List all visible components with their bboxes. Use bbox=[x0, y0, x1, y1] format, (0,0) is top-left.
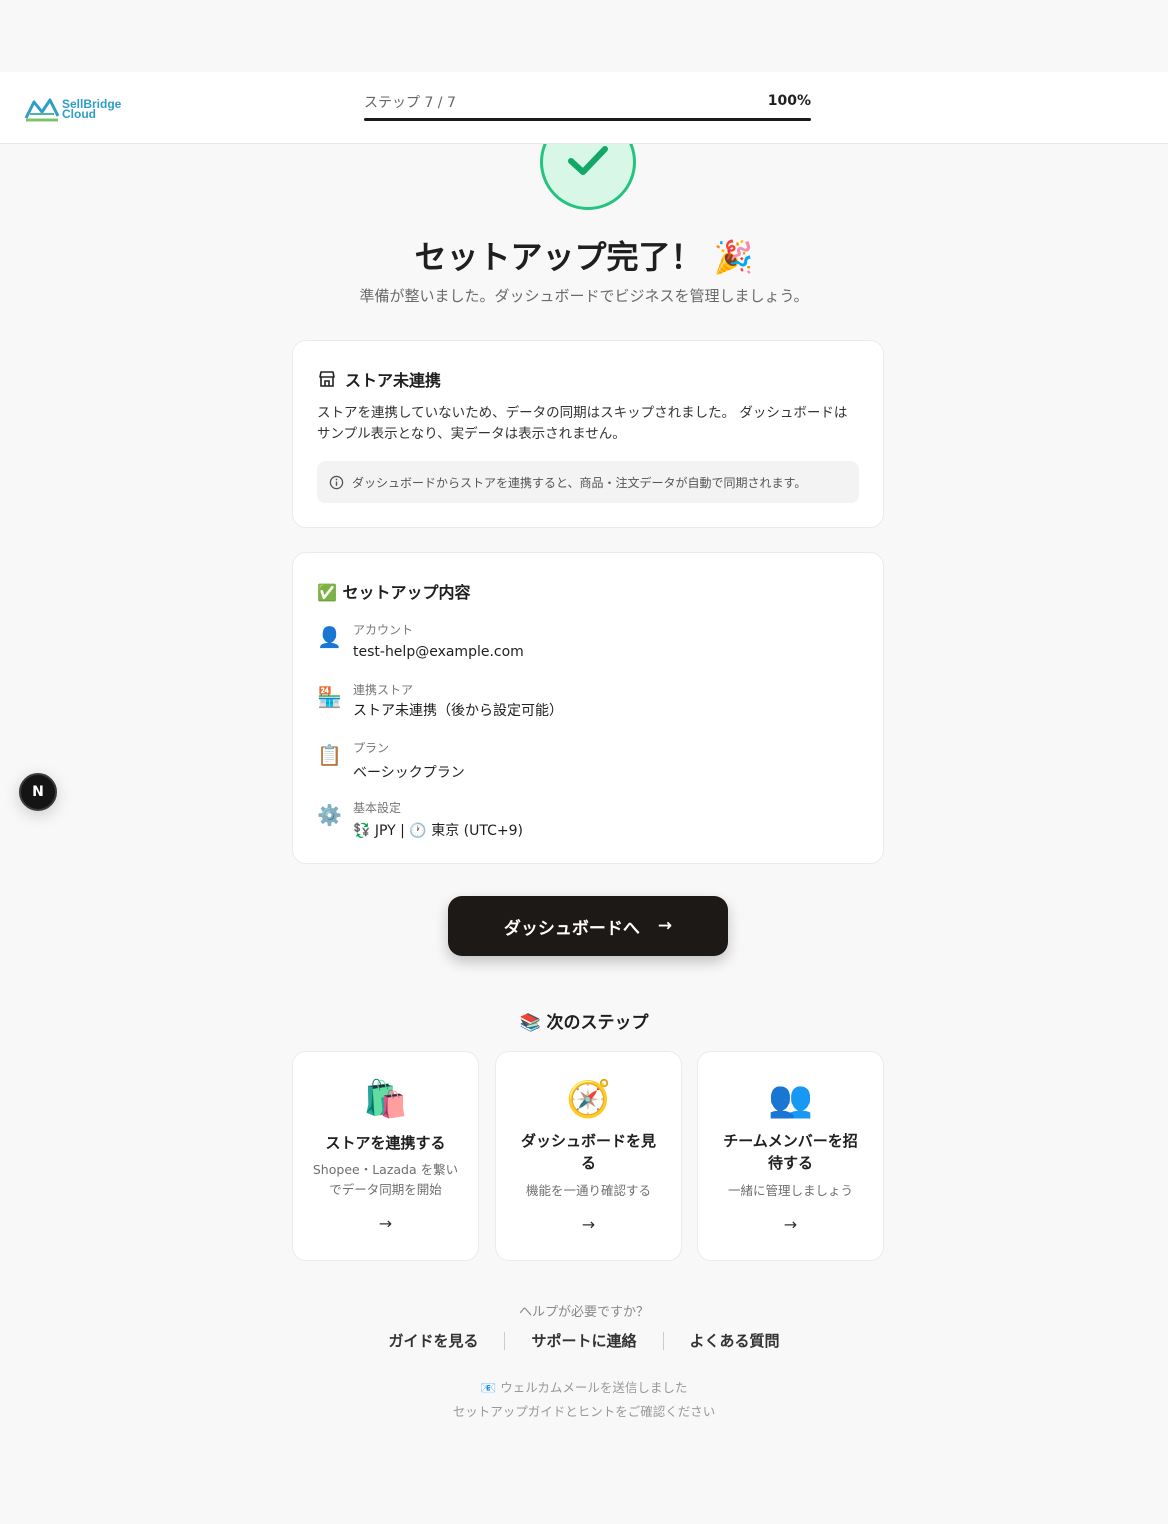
summary-value: ストア未連携（後から設定可能） bbox=[353, 703, 563, 719]
summary-item-store: 🏪 連携ストア ストア未連携（後から設定可能） bbox=[317, 681, 563, 720]
progress-percent: 100% bbox=[767, 93, 811, 109]
progress-bar bbox=[364, 118, 811, 121]
team-icon: 👥 bbox=[768, 1079, 813, 1120]
summary-label: 基本設定 bbox=[353, 801, 402, 815]
next-step-desc: Shopee・Lazada を繋いでデータ同期を開始 bbox=[312, 1162, 459, 1197]
next-steps-heading: 📚 次のステップ bbox=[519, 1013, 649, 1033]
guide-link[interactable]: ガイドを見る bbox=[362, 1330, 504, 1351]
page-title: セットアップ完了！ 🎉 bbox=[414, 238, 754, 276]
store-info-text: ダッシュボードからストアを連携すると、商品・注文データが自動で同期されます。 bbox=[352, 475, 807, 490]
go-to-dashboard-label: ダッシュボードへ bbox=[503, 918, 640, 939]
next-step-view-dashboard[interactable]: 🧭 ダッシュボードを見る 機能を一通り確認する → bbox=[495, 1051, 682, 1261]
summary-item-plan: 📋 プラン ベーシックプラン bbox=[317, 739, 465, 782]
progress-step-label: ステップ 7 / 7 bbox=[364, 95, 456, 111]
summary-heading: ✅ セットアップ内容 bbox=[317, 583, 471, 602]
summary-item-settings: ⚙️ 基本設定 💱 JPY | 🕐 東京 (UTC+9) bbox=[317, 799, 523, 840]
arrow-right-icon: → bbox=[378, 1214, 393, 1233]
top-header: SellBridge Cloud ステップ 7 / 7 100% bbox=[0, 72, 1168, 144]
next-step-title: チームメンバーを招待する bbox=[723, 1132, 858, 1172]
compass-icon: 🧭 bbox=[566, 1079, 611, 1120]
summary-value: ベーシックプラン bbox=[353, 765, 465, 781]
summary-value: 💱 JPY | 🕐 東京 (UTC+9) bbox=[353, 823, 523, 839]
summary-label: 連携ストア bbox=[353, 683, 414, 697]
floating-n-badge[interactable]: N bbox=[19, 773, 57, 811]
bridge-logo-icon bbox=[24, 98, 60, 122]
next-step-desc: 機能を一通り確認する bbox=[525, 1183, 651, 1198]
welcome-mail-notice: 📧 ウェルカムメールを送信しました bbox=[480, 1380, 688, 1395]
summary-item-account: 👤 アカウント test-help@example.com bbox=[317, 621, 524, 660]
progress-bar-fill bbox=[364, 118, 811, 121]
go-to-dashboard-button[interactable]: ダッシュボードへ → bbox=[448, 896, 728, 956]
next-step-title: ダッシュボードを見る bbox=[520, 1132, 656, 1172]
arrow-right-icon: → bbox=[657, 916, 673, 936]
help-question: ヘルプが必要ですか？ bbox=[518, 1305, 649, 1320]
arrow-right-icon: → bbox=[783, 1215, 798, 1234]
store-icon: 🏪 bbox=[317, 685, 342, 709]
info-icon bbox=[329, 475, 344, 489]
next-step-desc: 一緒に管理しましょう bbox=[727, 1183, 853, 1198]
store-status-heading: ストア未連携 bbox=[317, 367, 441, 391]
next-step-title: ストアを連携する bbox=[325, 1134, 446, 1152]
welcome-mail-hint: セットアップガイドとヒントをご確認ください bbox=[452, 1404, 716, 1419]
store-info-box: ダッシュボードからストアを連携すると、商品・注文データが自動で同期されます。 bbox=[317, 461, 859, 503]
summary-label: アカウント bbox=[353, 623, 414, 637]
page-subtitle: 準備が整いました。ダッシュボードでビジネスを管理しましょう。 bbox=[359, 287, 809, 305]
gear-icon: ⚙️ bbox=[317, 803, 342, 827]
summary-value: test-help@example.com bbox=[353, 644, 524, 660]
clipboard-icon: 📋 bbox=[317, 743, 342, 767]
store-status-card: ストア未連携 ストアを連携していないため、データの同期はスキップされました。 ダ… bbox=[292, 340, 884, 528]
next-step-invite-team[interactable]: 👥 チームメンバーを招待する 一緒に管理しましょう → bbox=[697, 1051, 884, 1261]
contact-support-link[interactable]: サポートに連絡 bbox=[505, 1330, 662, 1351]
help-links: ガイドを見る サポートに連絡 よくある質問 bbox=[0, 1330, 1168, 1351]
summary-label: プラン bbox=[353, 741, 390, 755]
user-icon: 👤 bbox=[317, 625, 342, 649]
shopping-bags-icon: 🛍️ bbox=[363, 1079, 408, 1120]
store-status-title: ストア未連携 bbox=[345, 371, 442, 390]
brand-name: SellBridge Cloud bbox=[62, 98, 121, 120]
setup-progress: ステップ 7 / 7 100% bbox=[364, 92, 811, 121]
setup-summary-card: ✅ セットアップ内容 👤 アカウント test-help@example.com… bbox=[292, 552, 884, 864]
brand-logo[interactable]: SellBridge Cloud bbox=[24, 94, 134, 124]
arrow-right-icon: → bbox=[581, 1215, 596, 1234]
storefront-icon bbox=[319, 371, 335, 387]
faq-link[interactable]: よくある質問 bbox=[664, 1330, 806, 1351]
store-status-description: ストアを連携していないため、データの同期はスキップされました。 ダッシュボードは… bbox=[317, 405, 848, 442]
next-step-connect-store[interactable]: 🛍️ ストアを連携する Shopee・Lazada を繋いでデータ同期を開始 → bbox=[292, 1051, 479, 1261]
